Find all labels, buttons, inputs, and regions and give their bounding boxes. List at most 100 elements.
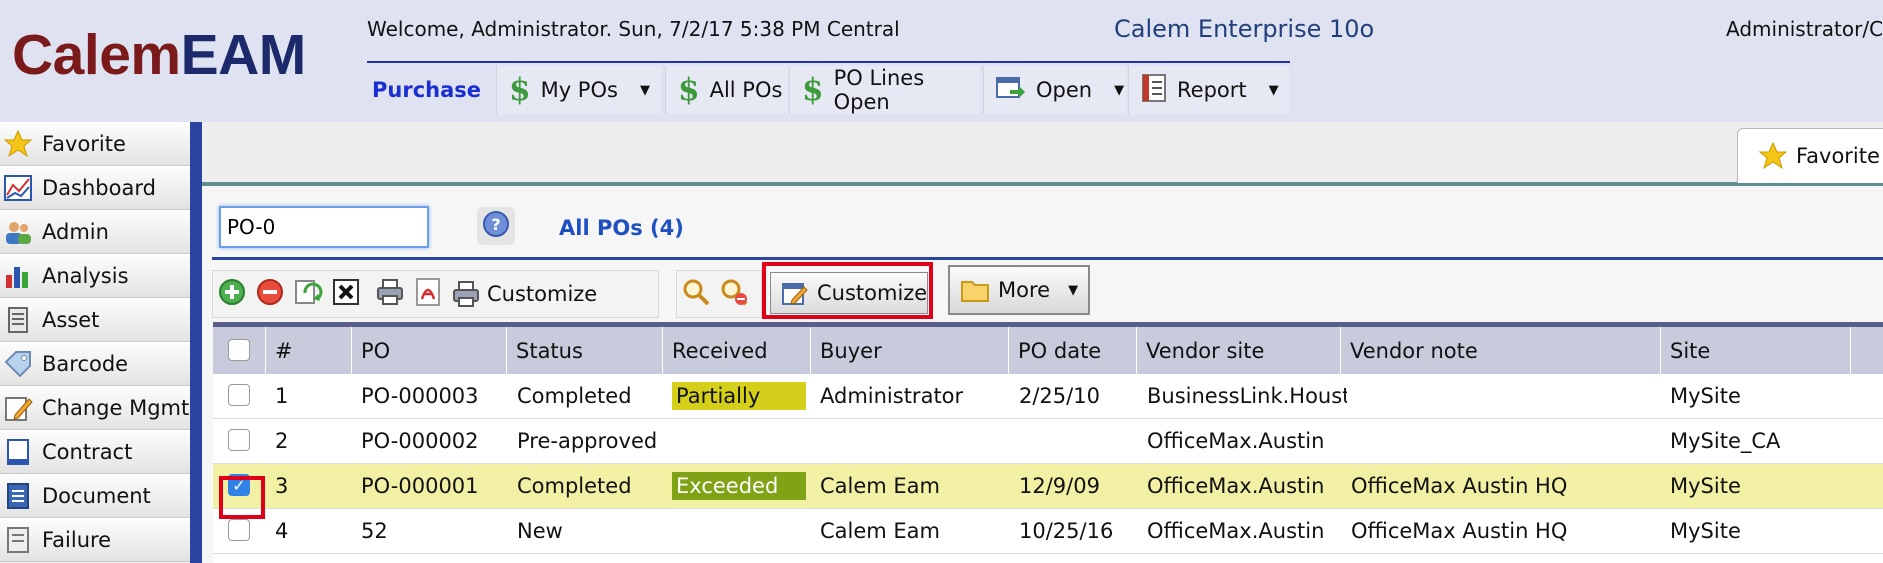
cell-po-date: 10/25/16 xyxy=(1019,519,1114,543)
cell-received: Partially xyxy=(672,374,806,418)
close-button[interactable] xyxy=(327,275,365,313)
chevron-down-icon[interactable]: ▼ xyxy=(1269,83,1279,98)
table-row-selected[interactable]: ✓ 3 PO-000001 Completed Exceeded Calem E… xyxy=(213,464,1883,509)
chevron-down-icon[interactable]: ▼ xyxy=(640,83,650,98)
sidebar-item-document[interactable]: Document xyxy=(0,474,190,518)
dashboard-icon xyxy=(3,173,33,203)
tab-strip: Favorite xyxy=(202,122,1883,186)
pdf-icon xyxy=(414,277,442,311)
nav-my-pos[interactable]: $ My POs ▼ xyxy=(496,66,661,114)
column-header-number[interactable]: # xyxy=(266,327,352,374)
users-icon xyxy=(3,217,33,247)
printer-icon xyxy=(375,277,405,311)
chevron-down-icon[interactable]: ▼ xyxy=(1114,83,1124,98)
nav-open[interactable]: Open ▼ xyxy=(983,66,1126,114)
help-icon: ? xyxy=(482,210,510,242)
record-toolbar: Customize xyxy=(212,270,659,318)
sidebar-item-change-mgmt[interactable]: Change Mgmt xyxy=(0,386,190,430)
cell-site: MySite_CA xyxy=(1670,429,1781,453)
cell-vendor-note: OfficeMax Austin HQ xyxy=(1351,519,1568,543)
sidebar-item-dashboard[interactable]: Dashboard xyxy=(0,166,190,210)
cell-site: MySite xyxy=(1670,519,1741,543)
nav-all-pos[interactable]: $ All POs xyxy=(665,66,788,114)
cell-buyer: Calem Eam xyxy=(820,519,941,543)
dollar-icon: $ xyxy=(678,71,700,108)
title-divider xyxy=(212,257,1883,260)
sidebar-item-asset[interactable]: Asset xyxy=(0,298,190,342)
column-header-received[interactable]: Received xyxy=(663,327,811,374)
column-header-vendor-note[interactable]: Vendor note xyxy=(1341,327,1661,374)
received-badge: Exceeded xyxy=(672,472,806,500)
remove-icon xyxy=(256,278,284,310)
header-divider xyxy=(367,61,1290,63)
cell-po[interactable]: PO-000003 xyxy=(361,374,479,418)
cell-received: Exceeded xyxy=(672,464,806,508)
welcome-text: Welcome, Administrator. Sun, 7/2/17 5:38… xyxy=(367,17,900,41)
open-window-icon xyxy=(996,75,1026,106)
dollar-icon: $ xyxy=(509,71,531,108)
table-row[interactable]: 4 52 New Calem Eam 10/25/16 OfficeMax.Au… xyxy=(213,509,1883,554)
column-header-status[interactable]: Status xyxy=(507,327,663,374)
bar-chart-icon xyxy=(3,261,33,291)
star-icon xyxy=(1758,141,1788,171)
sidebar-item-favorite[interactable]: Favorite xyxy=(0,122,190,166)
nav-report[interactable]: Report ▼ xyxy=(1128,66,1289,114)
search-toolbar xyxy=(676,270,762,318)
sidebar-item-contract[interactable]: Contract xyxy=(0,430,190,474)
column-header-buyer[interactable]: Buyer xyxy=(811,327,1009,374)
cell-number: 4 xyxy=(275,519,289,543)
main-panel: Favorite ? All POs (4) Customize xyxy=(202,122,1883,563)
column-header-po[interactable]: PO xyxy=(352,327,507,374)
cell-po[interactable]: 52 xyxy=(361,509,388,553)
cell-status: Pre-approved xyxy=(517,429,658,453)
received-badge: Partially xyxy=(672,382,806,410)
search-icon xyxy=(681,277,711,311)
print-button[interactable] xyxy=(371,275,409,313)
cell-vendor-site: OfficeMax.Austin xyxy=(1147,519,1325,543)
sidebar-splitter[interactable] xyxy=(190,122,202,563)
table-row[interactable]: 1 PO-000003 Completed Partially Administ… xyxy=(213,374,1883,419)
column-header-vendor-site[interactable]: Vendor site xyxy=(1137,327,1341,374)
cell-buyer: Calem Eam xyxy=(820,474,941,498)
row-checkbox[interactable] xyxy=(228,429,250,451)
cell-po[interactable]: PO-000001 xyxy=(361,464,479,508)
more-menu-button[interactable]: More ▼ xyxy=(948,265,1090,315)
nav-po-lines-open[interactable]: $ PO Lines Open xyxy=(789,66,980,114)
cell-vendor-note: OfficeMax Austin HQ xyxy=(1351,474,1568,498)
add-button[interactable] xyxy=(213,275,251,313)
sidebar-item-failure[interactable]: Failure xyxy=(0,518,190,562)
tab-favorite[interactable]: Favorite xyxy=(1737,128,1883,183)
failure-icon xyxy=(3,525,33,555)
sidebar-item-barcode[interactable]: Barcode xyxy=(0,342,190,386)
column-header-po-date[interactable]: PO date xyxy=(1009,327,1137,374)
row-checkbox[interactable] xyxy=(228,519,250,541)
row-checkbox[interactable] xyxy=(228,384,250,406)
select-all-checkbox[interactable] xyxy=(228,339,250,361)
customize-highlight-box xyxy=(762,262,933,319)
contract-icon xyxy=(3,437,33,467)
grid-header: # PO Status Received Buyer PO date Vendo… xyxy=(213,322,1883,374)
select-all-cell xyxy=(213,327,266,374)
customize-print-button[interactable]: Customize xyxy=(451,279,597,309)
pencil-icon xyxy=(3,393,33,423)
user-info-link[interactable]: Administrator/Cu xyxy=(1726,17,1883,41)
column-header-site[interactable]: Site xyxy=(1661,327,1851,374)
search-button[interactable] xyxy=(677,275,715,313)
sidebar-item-admin[interactable]: Admin xyxy=(0,210,190,254)
cell-po[interactable]: PO-000002 xyxy=(361,419,479,463)
refresh-button[interactable] xyxy=(289,275,327,313)
search-input[interactable] xyxy=(219,206,429,248)
pdf-button[interactable] xyxy=(409,275,447,313)
delete-button[interactable] xyxy=(251,275,289,313)
table-row[interactable]: 2 PO-000002 Pre-approved OfficeMax.Austi… xyxy=(213,419,1883,464)
module-label[interactable]: Purchase xyxy=(372,78,481,102)
sidebar-item-analysis[interactable]: Analysis xyxy=(0,254,190,298)
cell-po-date: 12/9/09 xyxy=(1019,474,1100,498)
list-title: All POs (4) xyxy=(559,216,684,240)
row-checkbox-highlight-box xyxy=(219,476,265,519)
left-sidebar: Favorite Dashboard Admin Analysis Asset … xyxy=(0,122,190,563)
clear-search-button[interactable] xyxy=(715,275,753,313)
svg-text:?: ? xyxy=(491,215,500,234)
help-button[interactable]: ? xyxy=(477,207,515,245)
cell-number: 1 xyxy=(275,384,289,408)
